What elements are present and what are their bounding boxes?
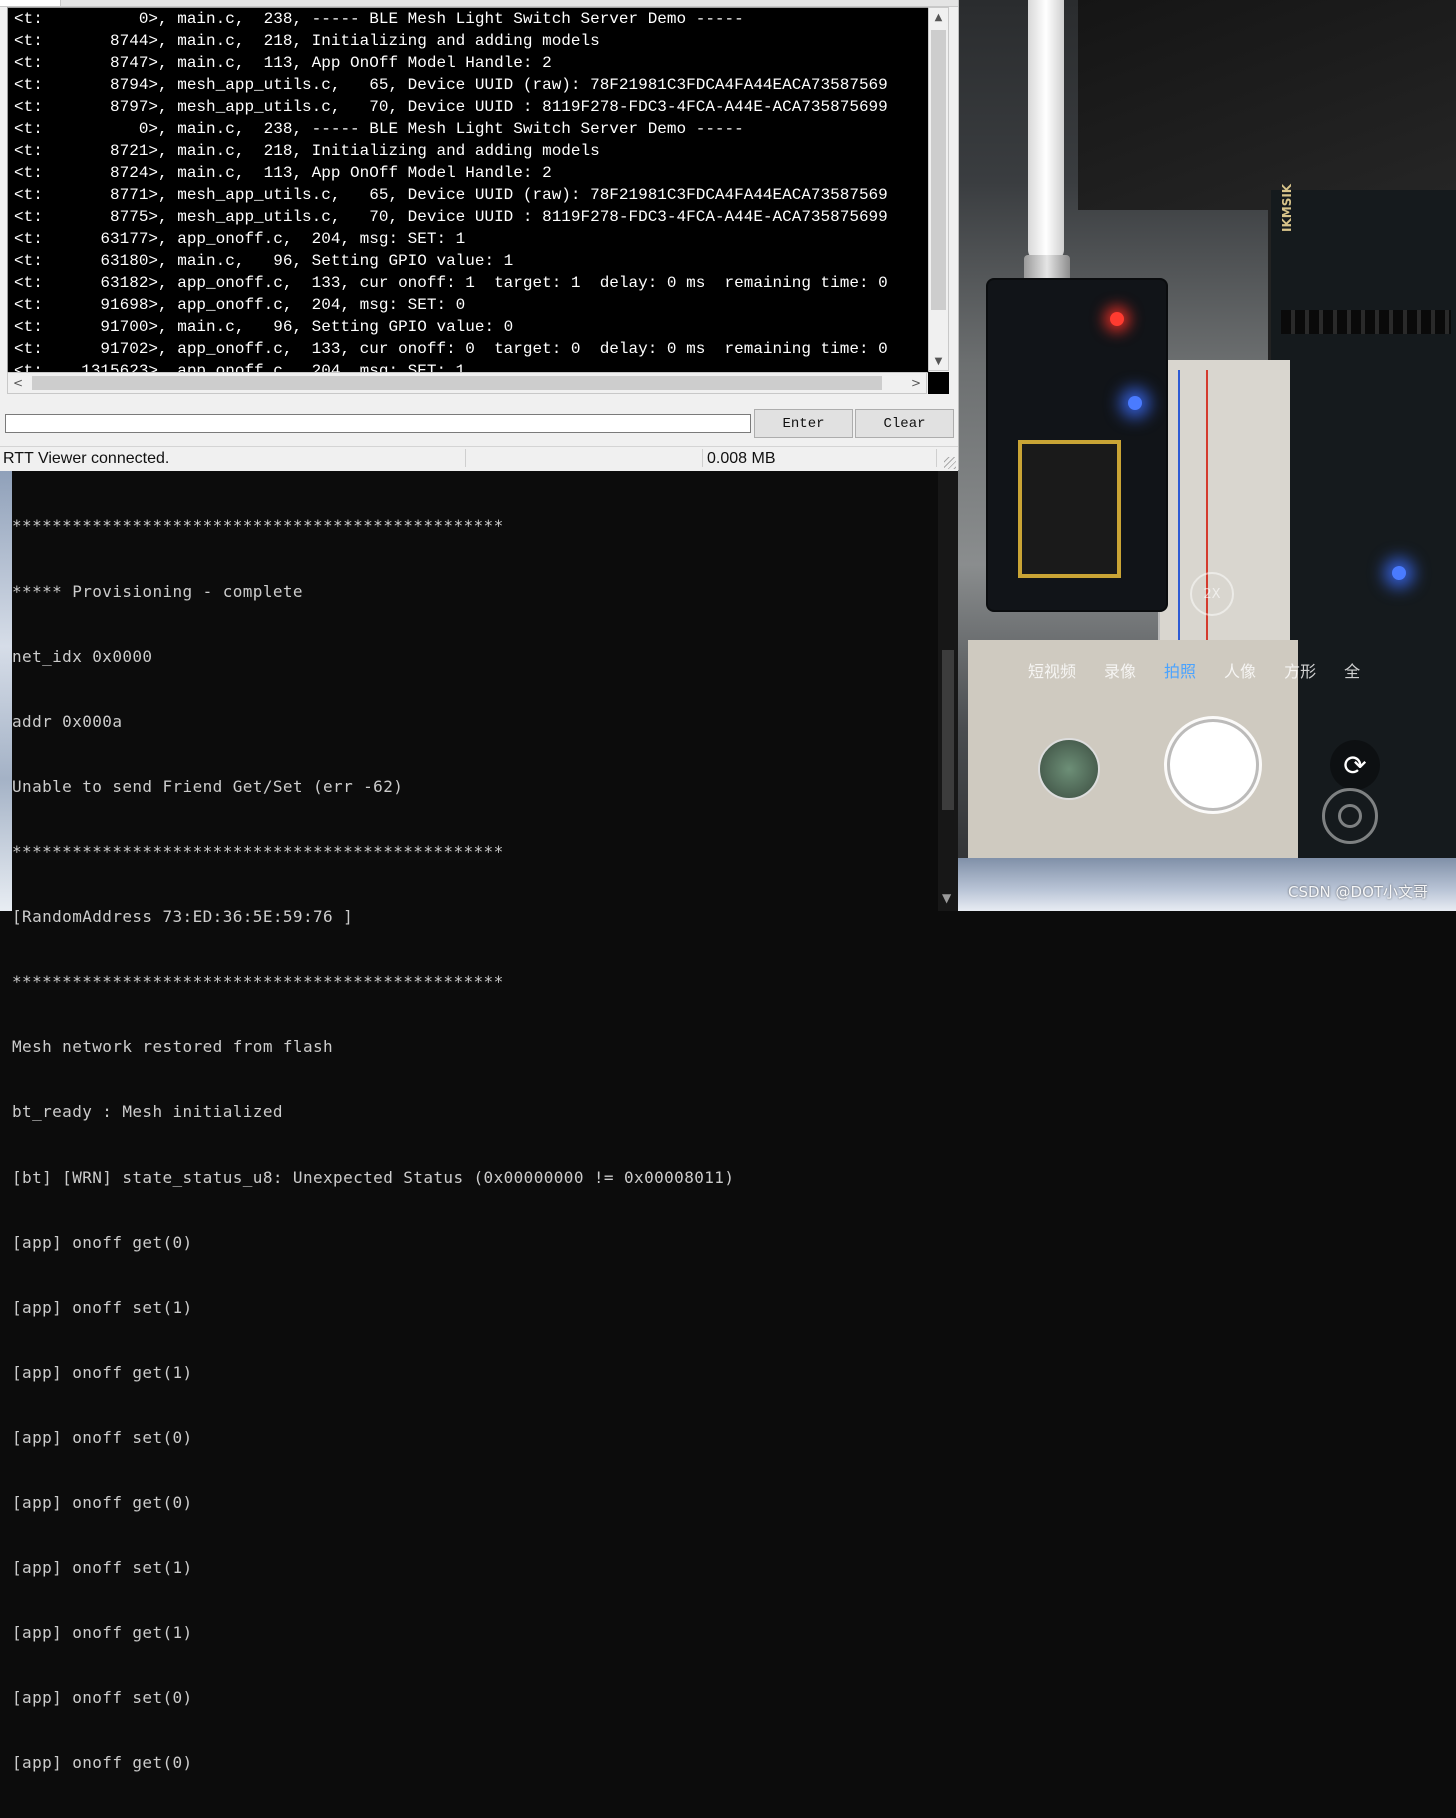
log-line: <t: 63177>, app_onoff.c, 204, msg: SET: … bbox=[14, 230, 466, 248]
mode-video[interactable]: 录像 bbox=[1104, 658, 1136, 684]
rotate-camera-icon[interactable]: ⟳ bbox=[1330, 740, 1380, 790]
usb-cable bbox=[1028, 0, 1064, 260]
data-size: 0.008 MB bbox=[707, 450, 776, 467]
terminal-tab[interactable] bbox=[0, 0, 61, 6]
connection-status: RTT Viewer connected. bbox=[3, 450, 170, 467]
log-line: <t: 8744>, main.c, 218, Initializing and… bbox=[14, 32, 600, 50]
log-line: <t: 63182>, app_onoff.c, 133, cur onoff:… bbox=[14, 274, 888, 292]
mode-portrait[interactable]: 人像 bbox=[1224, 658, 1256, 684]
scroll-right-icon[interactable]: > bbox=[906, 373, 926, 393]
scroll-up-icon[interactable]: ▲ bbox=[929, 8, 948, 26]
mode-square[interactable]: 方形 bbox=[1284, 658, 1316, 684]
log-line: <t: 91698>, app_onoff.c, 204, msg: SET: … bbox=[14, 296, 466, 314]
shell-line: [app] onoff get(0) bbox=[12, 1753, 193, 1773]
shell-line: net_idx 0x0000 bbox=[12, 646, 153, 666]
dark-case bbox=[1078, 0, 1456, 210]
clear-button[interactable]: Clear bbox=[855, 409, 954, 438]
shell-line: ****************************************… bbox=[12, 516, 504, 536]
shell-line: [app] onoff set(0) bbox=[12, 1688, 193, 1708]
rtt-viewer-window: <t: 0>, main.c, 238, ----- BLE Mesh Ligh… bbox=[0, 0, 959, 471]
log-line: <t: 8747>, main.c, 113, App OnOff Model … bbox=[14, 54, 552, 72]
shell-line: bt_ready : Mesh initialized bbox=[12, 1102, 283, 1122]
shell-scroll-thumb[interactable] bbox=[942, 650, 954, 810]
camera-preview: IKMSIK 2X 短视频 录像 拍照 人像 方形 全 ⟳ bbox=[958, 0, 1456, 911]
zoom-toggle[interactable]: 2X bbox=[1190, 572, 1234, 616]
console-horizontal-scrollbar[interactable]: < > bbox=[7, 372, 927, 394]
log-line: <t: 0>, main.c, 238, ----- BLE Mesh Ligh… bbox=[14, 10, 744, 28]
shell-line: ****************************************… bbox=[12, 841, 504, 861]
scrollbar-corner bbox=[928, 372, 949, 394]
log-line: <t: 8721>, main.c, 218, Initializing and… bbox=[14, 142, 600, 160]
log-line: <t: 91702>, app_onoff.c, 133, cur onoff:… bbox=[14, 340, 888, 358]
shell-line: [bt] [WRN] state_status_u8: Unexpected S… bbox=[12, 1167, 735, 1187]
log-line: <t: 8775>, mesh_app_utils.c, 70, Device … bbox=[14, 208, 888, 226]
scroll-left-icon[interactable]: < bbox=[8, 373, 28, 393]
blue-led-2 bbox=[1392, 566, 1406, 580]
gallery-thumbnail[interactable] bbox=[1038, 738, 1100, 800]
shell-line: [app] onoff get(0) bbox=[12, 1232, 193, 1252]
log-line: <t: 8724>, main.c, 113, App OnOff Model … bbox=[14, 164, 552, 182]
desktop-wallpaper-strip bbox=[0, 470, 12, 911]
shell-line: [app] onoff get(0) bbox=[12, 1493, 193, 1513]
shell-output: ****************************************… bbox=[12, 472, 942, 1818]
shell-line: ****************************************… bbox=[12, 972, 504, 992]
board-label: IKMSIK bbox=[1280, 183, 1294, 232]
shell-line: ***** Provisioning - complete bbox=[12, 581, 303, 601]
scroll-down-icon[interactable]: ▼ bbox=[942, 891, 951, 905]
camera-mode-bar: 短视频 录像 拍照 人像 方形 全 bbox=[1028, 658, 1448, 684]
tab-strip bbox=[0, 0, 958, 7]
log-line: <t: 8771>, mesh_app_utils.c, 65, Device … bbox=[14, 186, 888, 204]
red-led bbox=[1110, 312, 1124, 326]
radio-module bbox=[1018, 440, 1121, 578]
shell-line: [app] onoff get(1) bbox=[12, 1362, 193, 1382]
shell-line: Mesh network restored from flash bbox=[12, 1037, 334, 1057]
watermark: CSDN @DOT小文哥 bbox=[1288, 883, 1429, 901]
mode-photo[interactable]: 拍照 bbox=[1164, 658, 1196, 684]
mode-ring-icon[interactable] bbox=[1322, 788, 1378, 844]
log-line: <t: 8794>, mesh_app_utils.c, 65, Device … bbox=[14, 76, 888, 94]
log-line: <t: 91700>, main.c, 96, Setting GPIO val… bbox=[14, 318, 514, 336]
shell-line: [app] onoff set(1) bbox=[12, 1297, 193, 1317]
shell-line: [RandomAddress 73:ED:36:5E:59:76 ] bbox=[12, 907, 354, 927]
shell-scrollbar[interactable]: ▼ bbox=[938, 470, 958, 911]
log-line: <t: 8797>, mesh_app_utils.c, 70, Device … bbox=[14, 98, 888, 116]
console-vertical-scrollbar[interactable]: ▲ ▼ bbox=[928, 7, 949, 371]
log-line: <t: 63180>, main.c, 96, Setting GPIO val… bbox=[14, 252, 514, 270]
enter-button[interactable]: Enter bbox=[754, 409, 853, 438]
resize-grip-icon[interactable] bbox=[944, 457, 956, 469]
shell-line: [app] onoff get(1) bbox=[12, 1623, 193, 1643]
console-vscroll-thumb[interactable] bbox=[931, 30, 946, 310]
rtt-log-console[interactable]: <t: 0>, main.c, 238, ----- BLE Mesh Ligh… bbox=[7, 7, 929, 373]
blue-led bbox=[1128, 396, 1142, 410]
scroll-down-icon[interactable]: ▼ bbox=[929, 352, 948, 370]
console-hscroll-thumb[interactable] bbox=[32, 376, 882, 390]
shell-line: Unable to send Friend Get/Set (err -62) bbox=[12, 776, 404, 796]
log-line: <t: 0>, main.c, 238, ----- BLE Mesh Ligh… bbox=[14, 120, 744, 138]
shell-line: [app] onoff set(0) bbox=[12, 1427, 193, 1447]
status-bar: RTT Viewer connected. 0.008 MB bbox=[0, 446, 958, 471]
shell-line: addr 0x000a bbox=[12, 711, 123, 731]
mode-short-video[interactable]: 短视频 bbox=[1028, 658, 1076, 684]
shell-line: [app] onoff set(1) bbox=[12, 1558, 193, 1578]
shutter-button[interactable] bbox=[1170, 722, 1256, 808]
header-pins bbox=[1281, 310, 1451, 334]
mode-full[interactable]: 全 bbox=[1344, 658, 1360, 684]
command-input[interactable] bbox=[5, 414, 751, 433]
shell-terminal[interactable]: ****************************************… bbox=[0, 470, 958, 1772]
